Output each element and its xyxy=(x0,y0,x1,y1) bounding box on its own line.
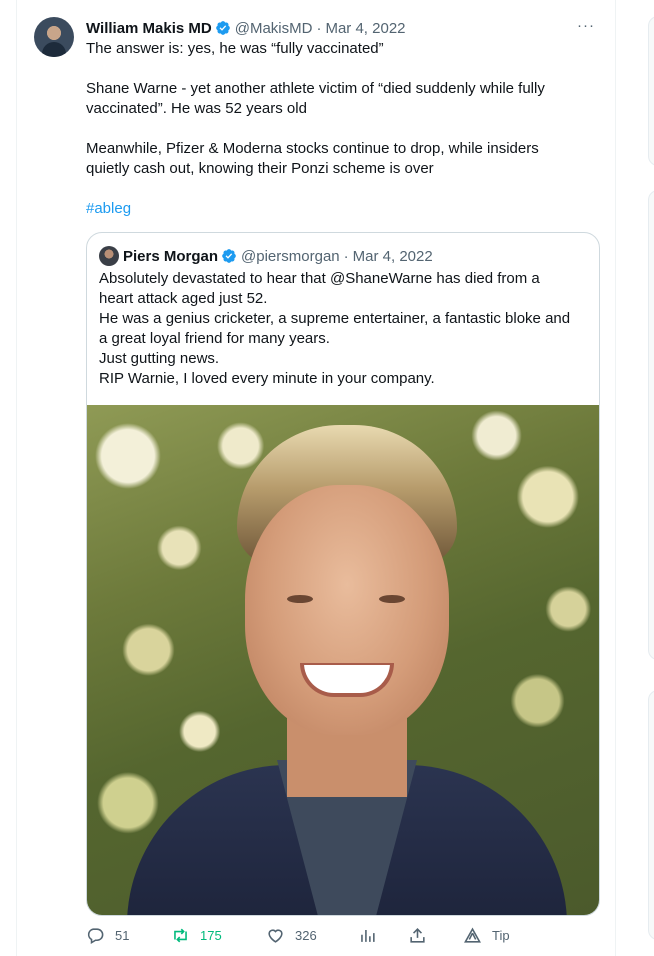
photo-eye xyxy=(287,595,313,603)
photo-eye xyxy=(379,595,405,603)
separator-dot: · xyxy=(316,19,322,37)
quoted-tweet-date[interactable]: Mar 4, 2022 xyxy=(353,248,433,265)
reply-count: 51 xyxy=(115,928,130,943)
heart-icon xyxy=(268,929,283,943)
quoted-author-name[interactable]: Piers Morgan xyxy=(123,248,218,265)
tip-label: Tip xyxy=(492,928,510,943)
quoted-tweet-text: Absolutely devastated to hear that @Shan… xyxy=(99,269,591,389)
hashtag-link[interactable]: #ableg xyxy=(86,199,131,219)
author-handle[interactable]: @MakisMD xyxy=(235,20,313,37)
quoted-text-line: RIP Warnie, I loved every minute in your… xyxy=(99,370,435,387)
quoted-tweet[interactable]: Piers Morgan @piersmorgan · Mar 4, 2022 … xyxy=(86,232,600,916)
quoted-tweet-photo[interactable] xyxy=(87,405,599,915)
quoted-author-avatar[interactable] xyxy=(99,246,119,266)
verified-badge-icon xyxy=(215,21,230,35)
photo-face xyxy=(245,485,449,735)
tweet-actions: 51 175 326 Tip xyxy=(86,926,586,952)
tweet-header: William Makis MD @MakisMD · Mar 4, 2022 xyxy=(86,17,406,39)
tip-icon xyxy=(464,927,481,943)
separator-dot: · xyxy=(343,247,349,265)
quoted-text-line: heart attack aged just 52. xyxy=(99,290,268,307)
verified-badge-icon xyxy=(222,249,236,263)
share-button[interactable] xyxy=(408,926,437,945)
tweet-text-paragraph: Meanwhile, Pfizer & Moderna stocks conti… xyxy=(86,140,539,177)
sidebar-card xyxy=(648,690,654,940)
quoted-text-line: Just gutting news. xyxy=(99,350,220,367)
author-avatar[interactable] xyxy=(34,17,74,57)
quoted-tweet-header: Piers Morgan @piersmorgan · Mar 4, 2022 xyxy=(123,245,433,267)
retweet-count: 175 xyxy=(200,928,222,943)
reply-icon xyxy=(87,928,104,945)
reply-button[interactable]: 51 xyxy=(86,926,129,945)
sidebar-card xyxy=(648,16,654,166)
tweet-date[interactable]: Mar 4, 2022 xyxy=(325,20,405,37)
views-button[interactable] xyxy=(358,926,387,945)
quoted-text-line: a great loyal friend for many years. xyxy=(99,330,330,347)
retweet-icon xyxy=(174,928,187,943)
like-count: 326 xyxy=(295,928,317,943)
bar-chart-icon xyxy=(361,929,375,942)
tip-button[interactable]: Tip xyxy=(463,926,510,945)
tweet-text-line: The answer is: yes, he was “fully vaccin… xyxy=(86,40,384,57)
like-button[interactable]: 326 xyxy=(266,926,317,945)
author-name[interactable]: William Makis MD xyxy=(86,20,212,37)
share-icon xyxy=(410,928,425,943)
quoted-text-line: He was a genius cricketer, a supreme ent… xyxy=(99,310,571,327)
retweet-button[interactable]: 175 xyxy=(171,926,222,945)
tweet-text-paragraph: Shane Warne - yet another athlete victim… xyxy=(86,80,545,117)
sidebar-card xyxy=(648,190,654,660)
quoted-author-handle[interactable]: @piersmorgan xyxy=(241,248,340,265)
quoted-text-line: Absolutely devastated to hear that @Shan… xyxy=(99,270,540,287)
more-options-button[interactable]: ··· xyxy=(577,17,595,34)
tweet[interactable]: William Makis MD @MakisMD · Mar 4, 2022 … xyxy=(17,0,615,956)
